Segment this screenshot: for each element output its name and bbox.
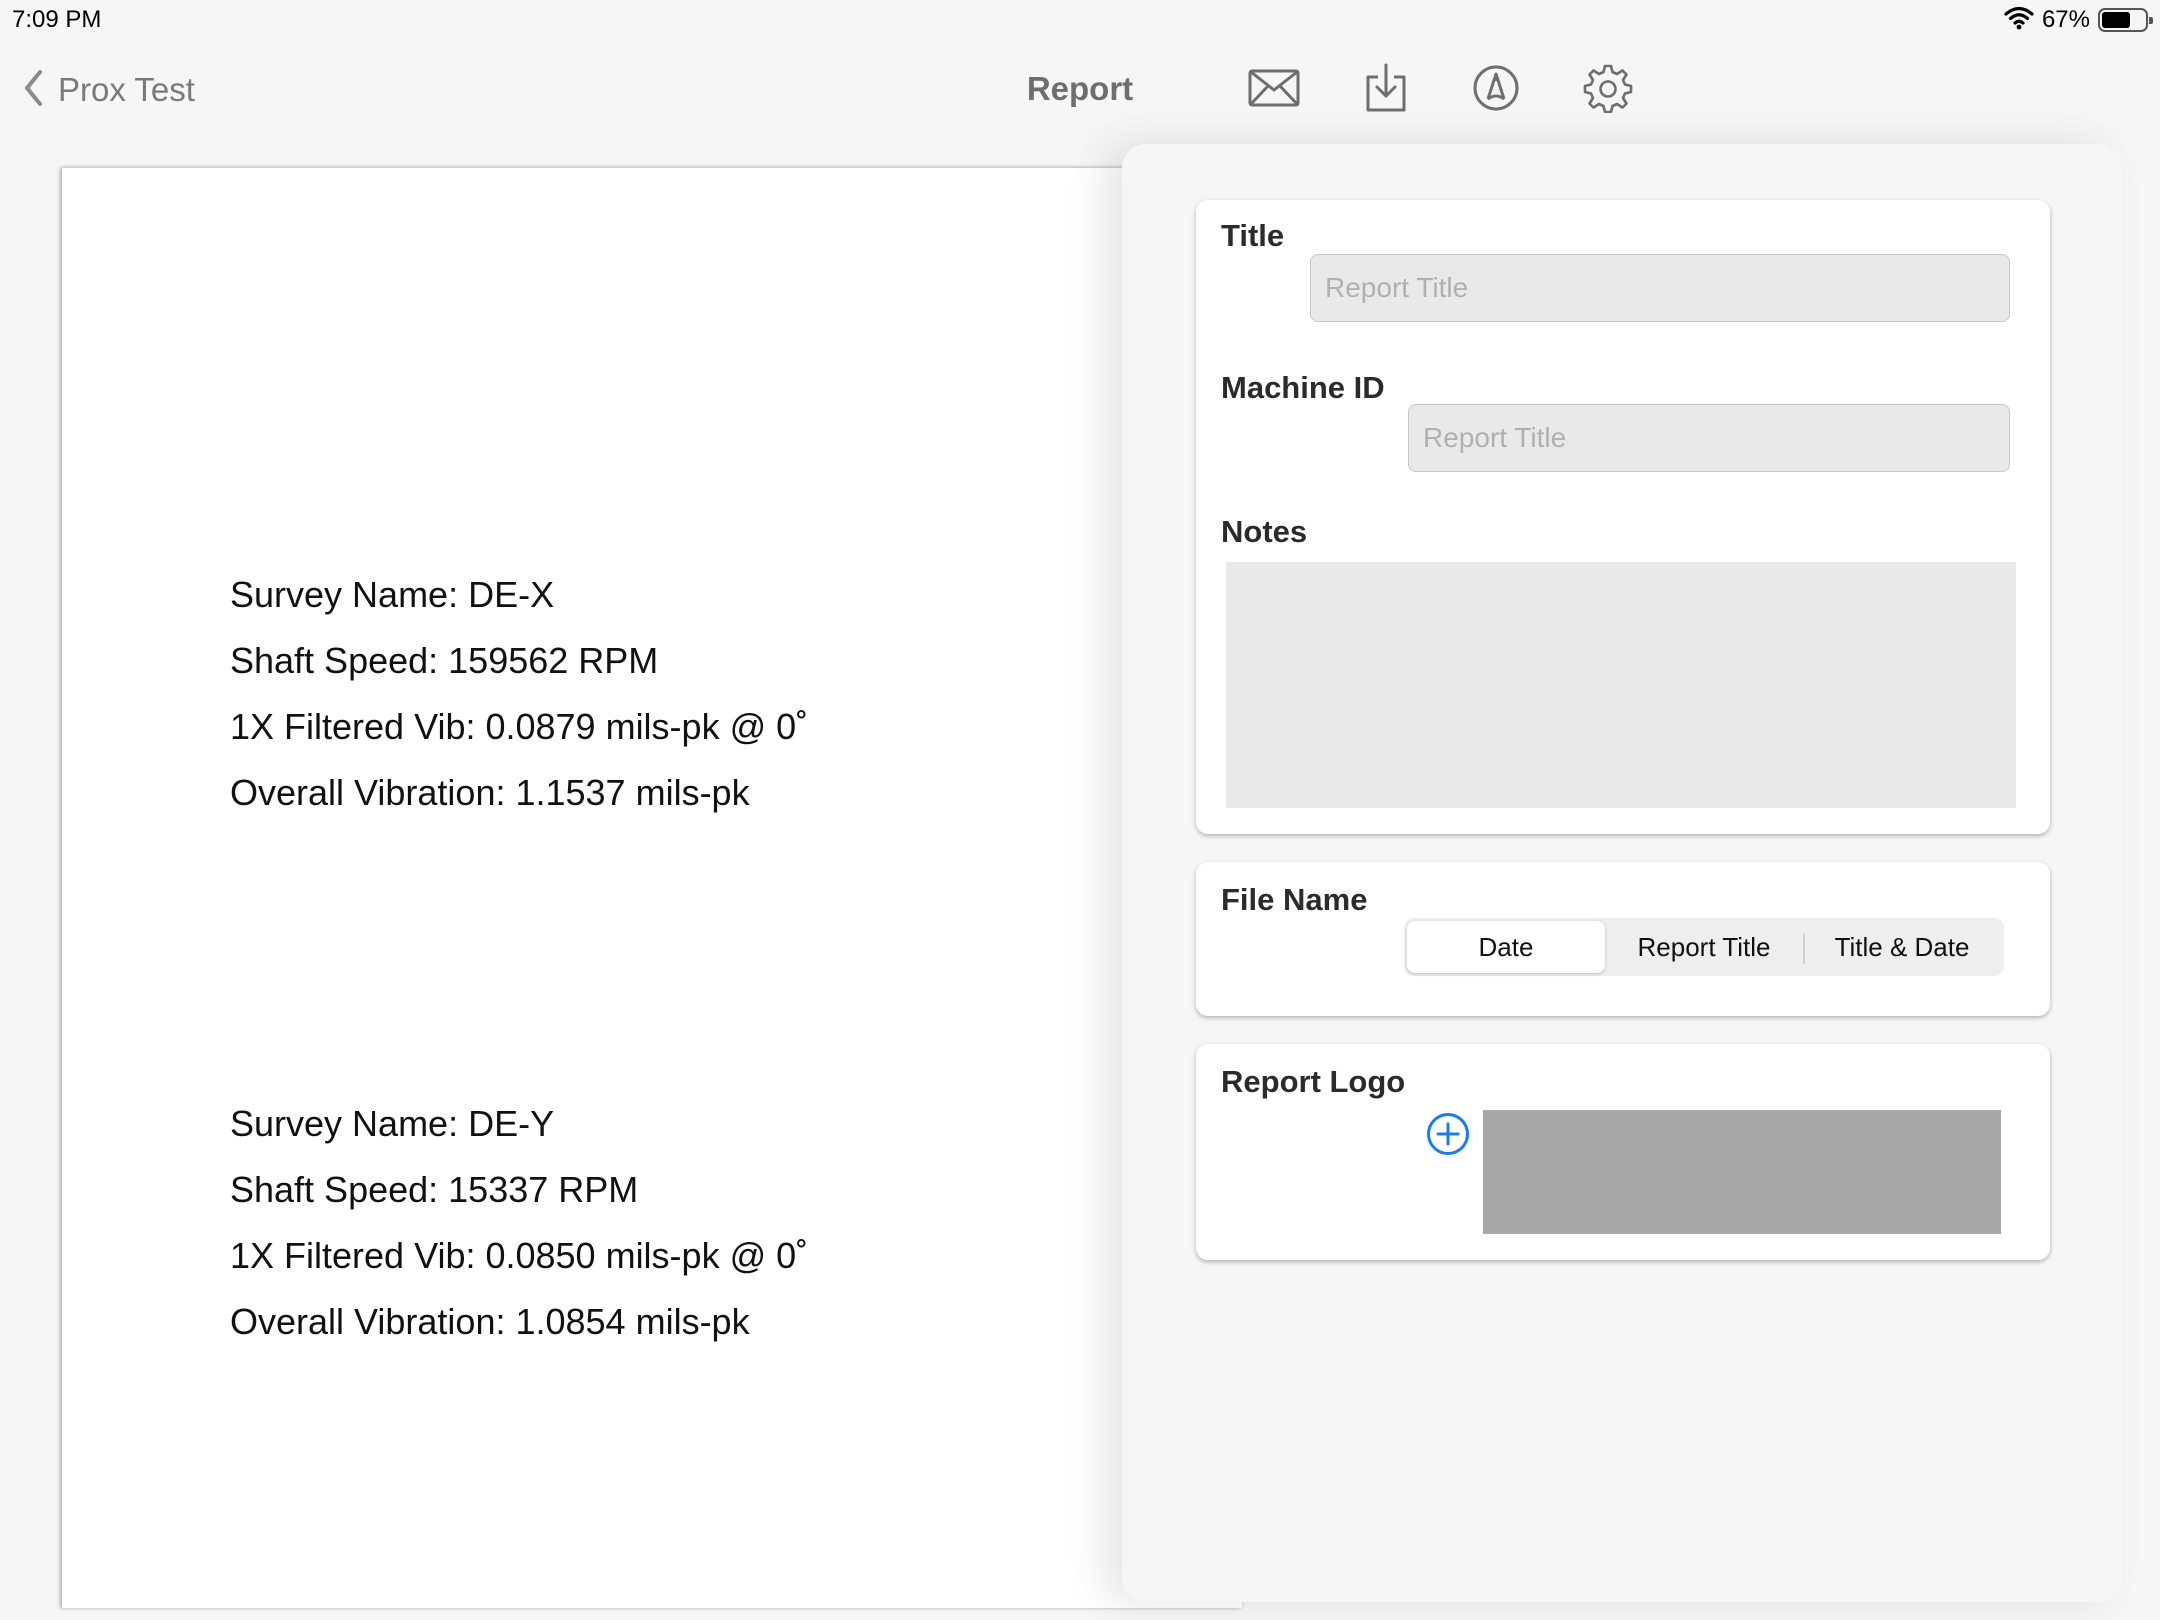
status-time: 7:09 PM — [12, 6, 102, 33]
segment-report-title[interactable]: Report Title — [1605, 921, 1803, 973]
mail-icon — [1248, 68, 1300, 113]
wifi-icon — [2004, 6, 2034, 35]
shaft-speed: Shaft Speed: 15337 RPM — [230, 1169, 639, 1210]
battery-icon — [2098, 8, 2153, 32]
survey-block: Survey Name: DE-Y Shaft Speed: 15337 RPM… — [230, 1091, 808, 1355]
notes-label: Notes — [1221, 514, 1308, 549]
overall-vibration: Overall Vibration: 1.0854 mils-pk — [230, 1301, 750, 1342]
logo-placeholder[interactable] — [1483, 1110, 2001, 1234]
plus-circle-icon — [1426, 1113, 1470, 1160]
segment-date[interactable]: Date — [1407, 921, 1605, 973]
report-details-card: Title Machine ID Notes — [1196, 200, 2050, 834]
segment-title-and-date[interactable]: Title & Date — [1803, 921, 2001, 973]
file-name-card: File Name Date Report Title Title & Date — [1196, 862, 2050, 1016]
shaft-speed: Shaft Speed: 159562 RPM — [230, 640, 659, 681]
survey-block: Survey Name: DE-X Shaft Speed: 159562 RP… — [230, 562, 808, 826]
machine-id-input[interactable] — [1408, 404, 2010, 472]
filtered-vibration: 1X Filtered Vib: 0.0850 mils-pk @ 0˚ — [230, 1235, 809, 1276]
nav-bar: Prox Test Report — [0, 40, 2160, 150]
file-name-segmented-control: Date Report Title Title & Date — [1404, 918, 2004, 976]
report-logo-card: Report Logo — [1196, 1044, 2050, 1260]
status-bar: 7:09 PM 67% — [0, 0, 2160, 40]
overall-vibration: Overall Vibration: 1.1537 mils-pk — [230, 772, 750, 813]
markup-icon — [1472, 64, 1520, 117]
screen: 7:09 PM 67% Prox Test Report Survey Name… — [0, 0, 2160, 1620]
page-title: Report — [1026, 70, 1134, 107]
report-document: Survey Name: DE-X Shaft Speed: 159562 RP… — [62, 168, 1242, 1608]
title-label: Title — [1221, 218, 1285, 253]
download-icon — [1364, 63, 1408, 118]
filtered-vibration: 1X Filtered Vib: 0.0879 mils-pk @ 0˚ — [230, 706, 809, 747]
status-right: 67% — [2004, 5, 2153, 35]
download-button[interactable] — [1356, 60, 1416, 120]
file-name-label: File Name — [1221, 882, 1368, 917]
add-logo-button[interactable] — [1426, 1112, 1470, 1156]
mail-button[interactable] — [1244, 60, 1304, 120]
battery-percent: 67% — [2041, 6, 2090, 33]
survey-name: Survey Name: DE-X — [230, 574, 555, 615]
report-logo-label: Report Logo — [1221, 1064, 1406, 1099]
markup-button[interactable] — [1466, 60, 1526, 120]
notes-textarea[interactable] — [1226, 562, 2016, 808]
survey-name: Survey Name: DE-Y — [230, 1103, 555, 1144]
settings-button[interactable] — [1578, 60, 1638, 120]
machine-id-label: Machine ID — [1221, 370, 1385, 405]
report-title-input[interactable] — [1310, 254, 2010, 322]
gear-icon — [1583, 63, 1633, 118]
